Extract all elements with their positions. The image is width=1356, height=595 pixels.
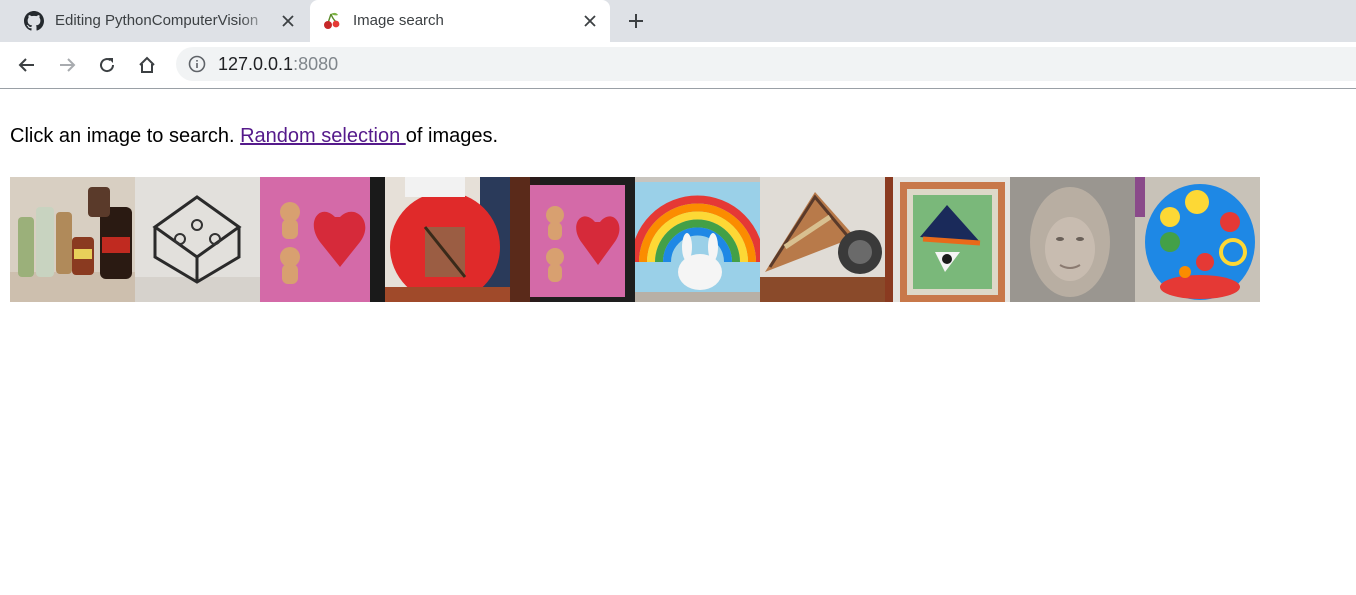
url-host: 127.0.0.1 [218,54,294,74]
tab-editing-python[interactable]: Editing PythonComputerVision [12,0,308,42]
thumbnail-portrait[interactable] [1010,177,1135,302]
tab-strip: Editing PythonComputerVision Image searc… [0,0,1356,42]
thumbnail-lantern[interactable] [135,177,260,302]
intro-before: Click an image to search. [10,125,241,147]
back-arrow-icon[interactable] [15,53,39,77]
thumbnail-toy-ball[interactable] [1135,177,1260,302]
thumbnail-bottles[interactable] [10,177,135,302]
github-icon [24,11,44,31]
thumbnail-painting[interactable] [885,177,1010,302]
home-icon[interactable] [135,53,159,77]
info-icon[interactable] [188,55,206,73]
thumbnail-tiffany-lamp[interactable] [760,177,885,302]
thumbnail-strip [10,177,1260,302]
close-tab-icon[interactable] [580,11,600,31]
intro-text: Click an image to search. Random selecti… [10,125,498,148]
reload-icon[interactable] [95,53,119,77]
address-bar[interactable]: 127.0.0.1:8080 [176,47,1356,81]
new-tab-icon[interactable] [624,9,648,33]
forward-arrow-icon[interactable] [55,53,79,77]
thumbnail-teddy-heart-2[interactable] [510,177,635,302]
tab-title: Editing PythonComputerVision [55,12,259,29]
intro-after: of images. [405,125,499,147]
cherry-icon [322,11,342,31]
thumbnail-rainbow-book[interactable] [635,177,760,302]
url-port: :8080 [293,54,339,74]
thumbnail-teddy-heart-1[interactable] [260,177,385,302]
random-selection-link[interactable]: Random selection [240,125,406,147]
close-tab-icon[interactable] [278,11,298,31]
tab-title: Image search [353,12,444,29]
url-text: 127.0.0.1:8080 [218,54,338,75]
browser-toolbar: 127.0.0.1:8080 [0,42,1356,89]
tab-image-search[interactable]: Image search [310,0,610,42]
thumbnail-red-jar[interactable] [385,177,510,302]
